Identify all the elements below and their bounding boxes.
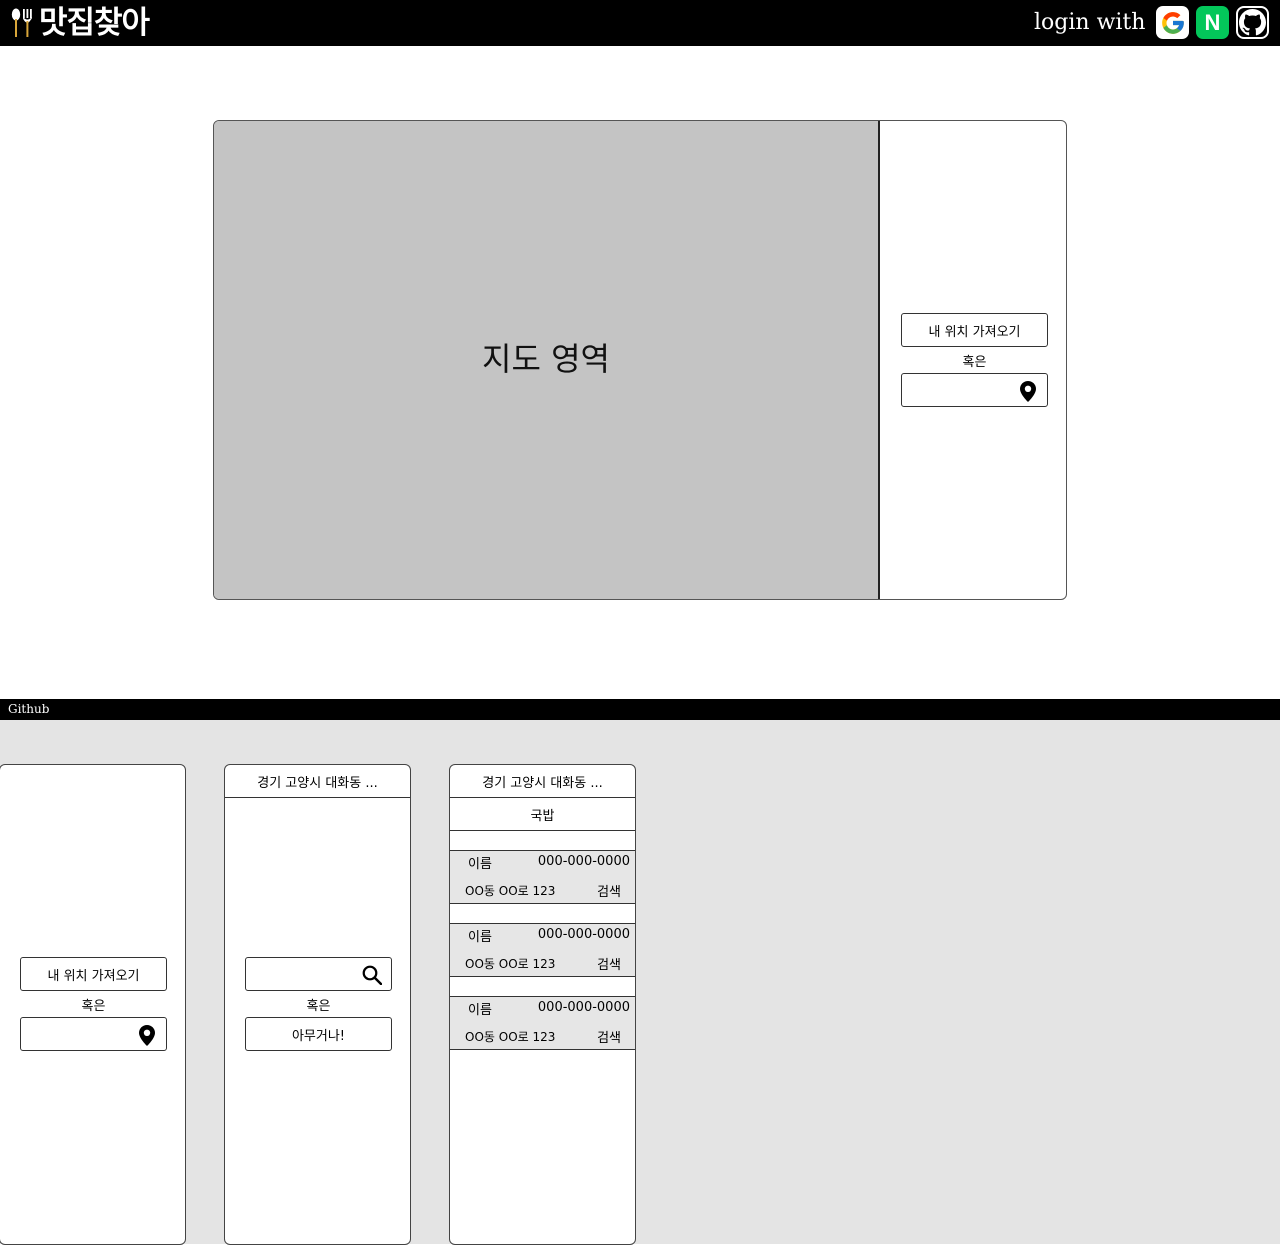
google-login-button[interactable] [1156, 6, 1189, 39]
github-link[interactable]: Github [8, 702, 49, 717]
get-my-location-button[interactable]: 내 위치 가져오기 [901, 313, 1048, 347]
restaurant-search-link[interactable]: 검색 [597, 881, 621, 900]
address-header: 경기 고양시 대화동 ... [450, 765, 635, 798]
restaurant-address: OO동 OO로 123 [465, 957, 556, 971]
github-icon [1239, 9, 1266, 36]
or-label: 혹은 [962, 355, 987, 370]
map-pin-icon[interactable] [137, 1024, 157, 1046]
location-input[interactable] [906, 377, 1016, 403]
random-pick-button[interactable]: 아무거나! [245, 1017, 392, 1051]
location-input[interactable] [25, 1021, 135, 1047]
naver-icon: N [1204, 9, 1221, 35]
restaurant-card[interactable]: 이름 000-000-0000 OO동 OO로 123 검색 [450, 997, 635, 1050]
mobile-screen-search: 경기 고양시 대화동 ... 혹은 아무거나! [224, 764, 411, 1245]
mobile-mockups: 내 위치 가져오기 혹은 경기 고양시 대화동 ... 혹은 아무거나! 경기 … [0, 720, 1280, 1245]
mobile-screen-results: 경기 고양시 대화동 ... 국밥 이름 000-000-0000 OO동 OO… [449, 764, 636, 1245]
location-search-field[interactable] [20, 1017, 167, 1051]
main-panel: 지도 영역 내 위치 가져오기 혹은 [213, 120, 1067, 600]
top-header: 맛집찾아 login with N [0, 0, 1280, 46]
restaurant-card[interactable]: 이름 000-000-0000 OO동 OO로 123 검색 [450, 851, 635, 904]
list-divider [450, 904, 635, 924]
spoon-fork-icon [10, 8, 36, 38]
get-my-location-button[interactable]: 내 위치 가져오기 [20, 957, 167, 991]
restaurant-name: 이름 [468, 930, 492, 945]
address-header: 경기 고양시 대화동 ... [225, 765, 410, 798]
restaurant-phone: 000-000-0000 [537, 1000, 630, 1015]
login-label: login with [1034, 10, 1146, 35]
google-icon [1160, 10, 1186, 36]
food-search-field[interactable] [245, 957, 392, 991]
naver-login-button[interactable]: N [1196, 6, 1229, 39]
map-area[interactable]: 지도 영역 [214, 121, 880, 599]
list-divider [450, 977, 635, 997]
category-label[interactable]: 국밥 [450, 798, 635, 831]
restaurant-search-link[interactable]: 검색 [597, 954, 621, 973]
list-divider [450, 831, 635, 851]
food-search-input[interactable] [250, 961, 360, 987]
footer-bar: Github [0, 699, 1280, 720]
github-login-button[interactable] [1236, 6, 1269, 39]
restaurant-address: OO동 OO로 123 [465, 1030, 556, 1044]
restaurant-card[interactable]: 이름 000-000-0000 OO동 OO로 123 검색 [450, 924, 635, 977]
restaurant-phone: 000-000-0000 [537, 927, 630, 942]
restaurant-name: 이름 [468, 1003, 492, 1018]
restaurant-search-link[interactable]: 검색 [597, 1027, 621, 1046]
or-label: 혹은 [306, 999, 331, 1014]
location-search-field[interactable] [901, 373, 1048, 407]
map-placeholder-label: 지도 영역 [482, 340, 610, 378]
logo[interactable]: 맛집찾아 [10, 4, 150, 42]
mobile-screen-location: 내 위치 가져오기 혹은 [0, 764, 186, 1245]
restaurant-phone: 000-000-0000 [537, 854, 630, 869]
side-panel: 내 위치 가져오기 혹은 [882, 121, 1066, 599]
map-pin-icon[interactable] [1018, 380, 1038, 402]
restaurant-address: OO동 OO로 123 [465, 884, 556, 898]
search-icon[interactable] [362, 964, 382, 986]
or-label: 혹은 [81, 999, 106, 1014]
logo-text: 맛집찾아 [39, 5, 150, 41]
restaurant-name: 이름 [468, 857, 492, 872]
